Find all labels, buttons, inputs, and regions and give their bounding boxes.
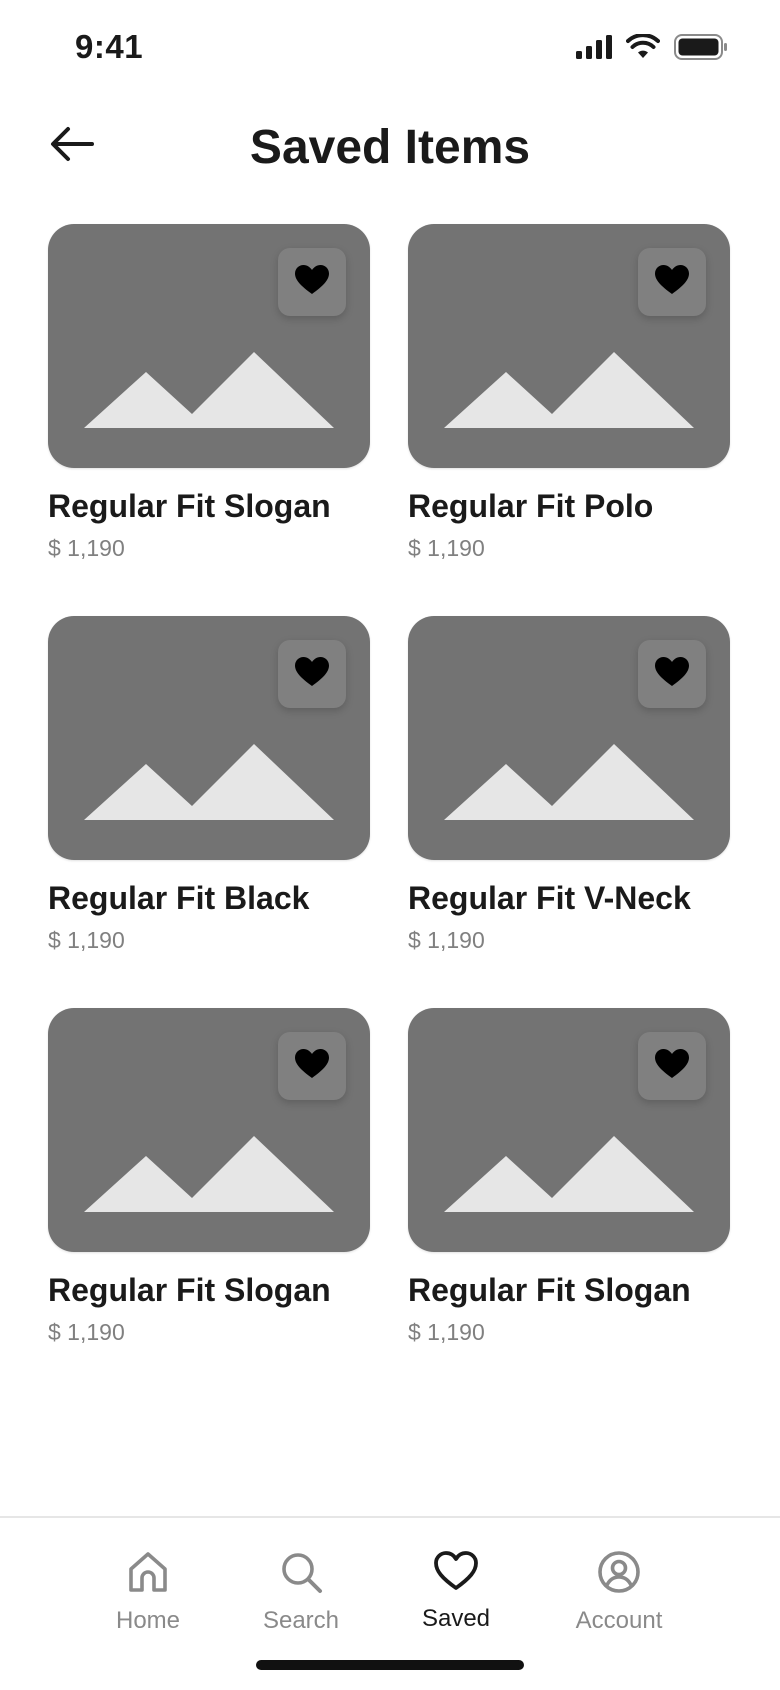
search-icon: [279, 1550, 323, 1599]
product-card[interactable]: Regular Fit Slogan $ 1,190: [408, 1008, 730, 1356]
heart-filled-icon: [655, 656, 689, 692]
image-placeholder-icon: [444, 1136, 694, 1212]
product-title: Regular Fit Slogan: [48, 1272, 331, 1308]
heart-icon: [433, 1550, 479, 1597]
status-time: 9:41: [75, 28, 144, 65]
heart-filled-icon: [295, 656, 329, 692]
tab-home[interactable]: Home: [78, 1550, 218, 1635]
tab-label: Saved: [421, 1605, 491, 1632]
battery-icon: [674, 34, 728, 65]
product-title: Regular Fit V-Neck: [408, 880, 691, 916]
signal-icon: [576, 35, 612, 64]
product-image: [48, 616, 370, 860]
status-bar: 9:41: [0, 0, 780, 100]
product-price: $ 1,190: [408, 1319, 485, 1345]
product-image: [48, 1008, 370, 1252]
product-title: Regular Fit Slogan: [408, 1272, 691, 1308]
favorite-button[interactable]: [278, 640, 346, 708]
product-price: $ 1,190: [408, 927, 485, 953]
product-price: $ 1,190: [48, 1319, 125, 1345]
favorite-button[interactable]: [638, 1032, 706, 1100]
product-card[interactable]: Regular Fit V-Neck $ 1,190: [408, 616, 730, 964]
home-indicator: [256, 1660, 524, 1670]
heart-filled-icon: [295, 264, 329, 300]
product-title: Regular Fit Slogan: [48, 488, 331, 524]
favorite-button[interactable]: [638, 248, 706, 316]
saved-items-grid: Regular Fit Slogan $ 1,190 Regular Fit P…: [48, 224, 732, 1356]
product-card[interactable]: Regular Fit Slogan $ 1,190: [48, 224, 370, 572]
product-image: [408, 1008, 730, 1252]
tab-label: Account: [575, 1607, 663, 1634]
product-price: $ 1,190: [408, 535, 485, 561]
product-card[interactable]: Regular Fit Slogan $ 1,190: [48, 1008, 370, 1356]
image-placeholder-icon: [84, 352, 334, 428]
image-placeholder-icon: [84, 744, 334, 820]
tab-account[interactable]: Account: [549, 1550, 689, 1635]
product-image: [408, 224, 730, 468]
wifi-icon: [626, 33, 660, 65]
favorite-button[interactable]: [638, 640, 706, 708]
image-placeholder-icon: [84, 1136, 334, 1212]
image-placeholder-icon: [444, 352, 694, 428]
product-title: Regular Fit Black: [48, 880, 310, 916]
product-image: [48, 224, 370, 468]
header: Saved Items: [0, 110, 780, 190]
status-icons: [576, 33, 728, 65]
tab-label: Search: [262, 1607, 340, 1634]
tab-search[interactable]: Search: [231, 1550, 371, 1635]
product-price: $ 1,190: [48, 927, 125, 953]
favorite-button[interactable]: [278, 248, 346, 316]
image-placeholder-icon: [444, 744, 694, 820]
account-icon: [597, 1550, 641, 1599]
product-price: $ 1,190: [48, 535, 125, 561]
product-title: Regular Fit Polo: [408, 488, 654, 524]
heart-filled-icon: [295, 1048, 329, 1084]
home-icon: [126, 1550, 170, 1599]
product-card[interactable]: Regular Fit Black $ 1,190: [48, 616, 370, 964]
product-card[interactable]: Regular Fit Polo $ 1,190: [408, 224, 730, 572]
tab-saved[interactable]: Saved: [386, 1550, 526, 1633]
product-image: [408, 616, 730, 860]
heart-filled-icon: [655, 264, 689, 300]
heart-filled-icon: [655, 1048, 689, 1084]
tab-label: Home: [115, 1607, 181, 1634]
page-title: Saved Items: [249, 121, 531, 174]
favorite-button[interactable]: [278, 1032, 346, 1100]
